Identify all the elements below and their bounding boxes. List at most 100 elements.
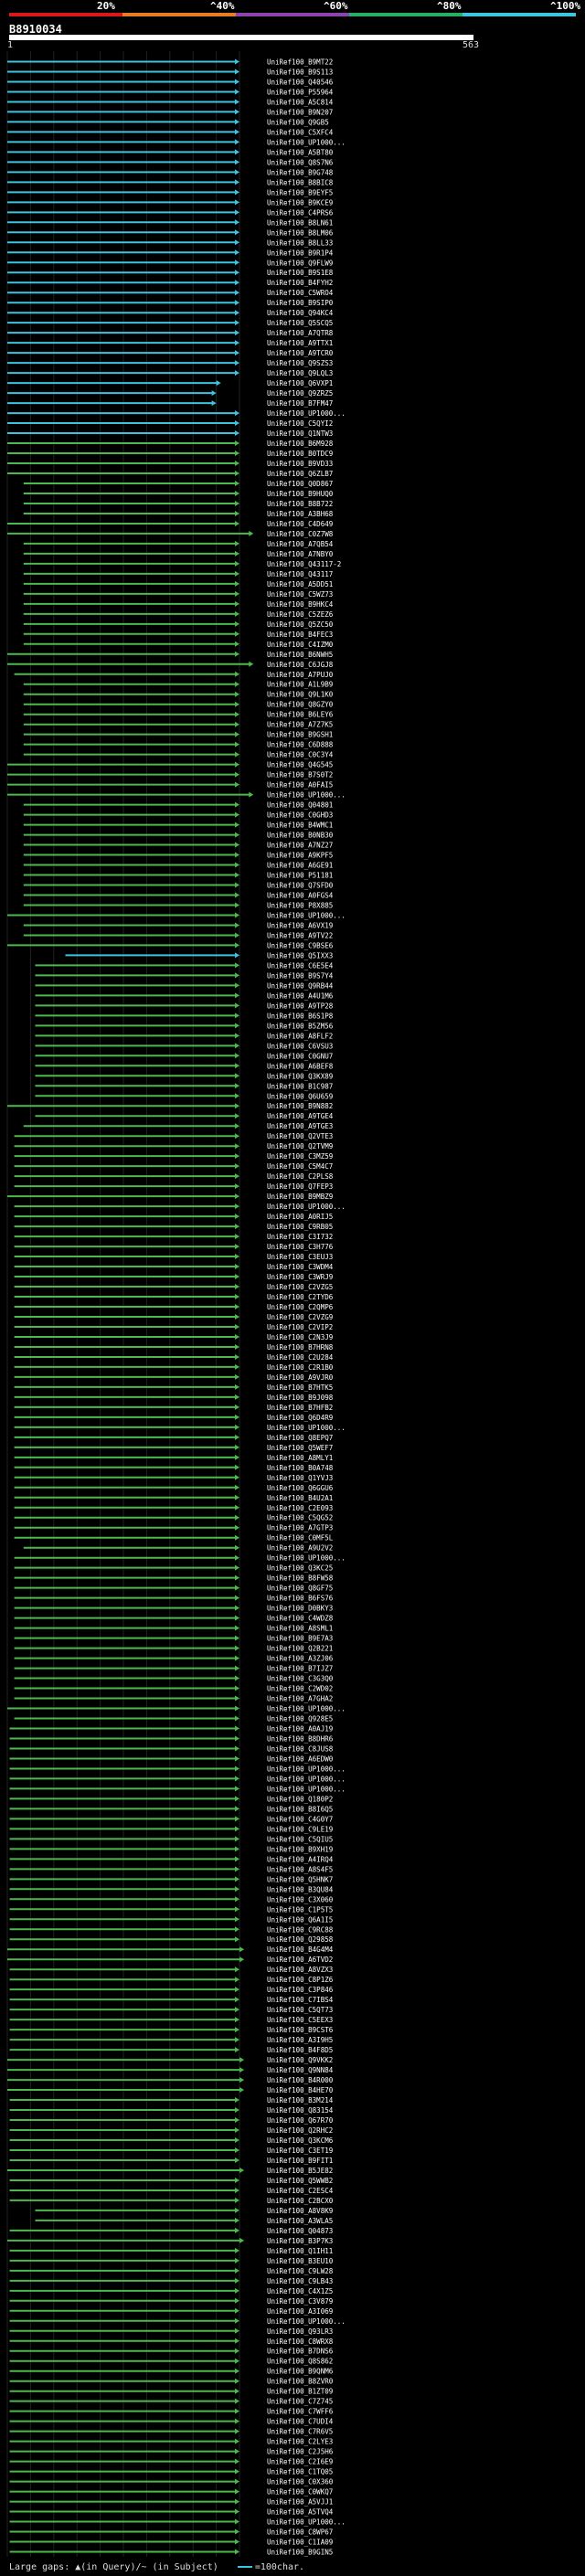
hit-label[interactable]: UniRef100_A7GTP3 [267,1524,333,1532]
hit-label[interactable]: UniRef100_B7IJZ7 [267,1665,333,1673]
hit-label[interactable]: UniRef100_B5JE82 [267,2167,333,2175]
hit-label[interactable]: UniRef100_C2J5H6 [267,2448,334,2456]
hit-label[interactable]: UniRef100_Q1YVJ3 [267,1474,333,1482]
hit-label[interactable]: UniRef100_Q04801 [267,801,333,810]
hit-label[interactable]: UniRef100_Q6A1I5 [267,1915,333,1924]
hit-label[interactable]: UniRef100_C2LYE3 [267,2438,333,2446]
hit-label[interactable]: UniRef100_A7Z7K5 [267,721,333,729]
hit-label[interactable]: UniRef100_C9LB43 [267,2277,333,2285]
hit-label[interactable]: UniRef100_C3X060 [267,1895,334,1903]
hit-label[interactable]: UniRef100_C2I6E9 [267,2458,333,2466]
hit-label[interactable]: UniRef100_D0BKY3 [267,1605,333,1613]
hit-label[interactable]: UniRef100_Q6ZLB7 [267,470,333,478]
hit-label[interactable]: UniRef100_UP1000... [267,791,346,800]
hit-label[interactable]: UniRef100_C9RC88 [267,1925,334,1934]
hit-label[interactable]: UniRef100_UP1000... [267,1424,346,1432]
hit-label[interactable]: UniRef100_A6GE91 [267,862,333,870]
hit-label[interactable]: UniRef100_C5XFC4 [267,128,334,136]
hit-label[interactable]: UniRef100_P51181 [267,872,333,880]
hit-label[interactable]: UniRef100_Q9NN84 [267,2066,334,2074]
hit-label[interactable]: UniRef100_Q8GZY0 [267,701,334,709]
hit-label[interactable]: UniRef100_B9G748 [267,168,334,176]
hit-label[interactable]: UniRef100_Q1NTW3 [267,429,333,438]
hit-label[interactable]: UniRef100_B8ZVR0 [267,2378,334,2386]
hit-label[interactable]: UniRef100_UP1000... [267,911,346,919]
hit-label[interactable]: UniRef100_B9SIP0 [267,299,334,307]
hit-label[interactable]: UniRef100_B7DNS6 [267,2348,334,2356]
hit-label[interactable]: UniRef100_Q6U659 [267,1092,333,1100]
hit-label[interactable]: UniRef100_B9EYF5 [267,188,333,196]
hit-label[interactable]: UniRef100_Q7FEP3 [267,1182,333,1191]
hit-label[interactable]: UniRef100_Q5WWB2 [267,2177,333,2185]
hit-label[interactable]: UniRef100_Q8S862 [267,2358,333,2366]
hit-label[interactable]: UniRef100_C4IZM0 [267,641,334,649]
hit-label[interactable]: UniRef100_C3G3Q0 [267,1675,334,1683]
hit-label[interactable]: UniRef100_UP1000... [267,2317,346,2326]
hit-label[interactable]: UniRef100_A7NZ27 [267,842,333,850]
hit-label[interactable]: UniRef100_C8WP67 [267,2528,333,2537]
hit-label[interactable]: UniRef100_Q3KC25 [267,1564,333,1573]
hit-label[interactable]: UniRef100_UP1000... [267,1554,346,1563]
hit-label[interactable]: UniRef100_Q93LR3 [267,2327,333,2336]
hit-label[interactable]: UniRef100_C5WZ73 [267,590,333,599]
hit-label[interactable]: UniRef100_A7PUJ0 [267,671,334,679]
hit-label[interactable]: UniRef100_B8LN61 [267,218,333,227]
hit-label[interactable]: UniRef100_C5QT73 [267,2006,333,2014]
hit-label[interactable]: UniRef100_C4G0Y7 [267,1815,333,1823]
hit-label[interactable]: UniRef100_A9TV22 [267,931,333,939]
hit-label[interactable]: UniRef100_B4WMC1 [267,822,333,830]
hit-label[interactable]: UniRef100_A6BEF8 [267,1062,334,1070]
hit-label[interactable]: UniRef100_A9TGE4 [267,1112,334,1120]
hit-label[interactable]: UniRef100_A5C814 [267,98,334,106]
hit-label[interactable]: UniRef100_B8LM06 [267,228,334,237]
hit-label[interactable]: UniRef100_Q8EPQ7 [267,1434,333,1442]
hit-label[interactable]: UniRef100_Q5ZC50 [267,620,334,629]
hit-label[interactable]: UniRef100_B9CST6 [267,2026,334,2034]
hit-label[interactable]: UniRef100_B4F8D5 [267,2046,333,2054]
hit-label[interactable]: UniRef100_B9S7Y4 [267,971,334,980]
hit-label[interactable]: UniRef100_C0GNU7 [267,1052,333,1060]
hit-label[interactable]: UniRef100_C4PRS6 [267,208,334,217]
hit-label[interactable]: UniRef100_Q43117-2 [267,560,341,568]
hit-label[interactable]: UniRef100_C3V879 [267,2297,333,2306]
hit-label[interactable]: UniRef100_B8DHR6 [267,1734,334,1743]
hit-label[interactable]: UniRef100_C8JUS8 [267,1744,334,1753]
hit-label[interactable]: UniRef100_C4D649 [267,520,333,528]
hit-label[interactable]: UniRef100_C3EUJ3 [267,1253,333,1261]
hit-label[interactable]: UniRef100_B9J098 [267,1394,334,1402]
hit-label[interactable]: UniRef100_B7HFB2 [267,1404,333,1412]
hit-label[interactable]: UniRef100_C9BSE6 [267,941,334,949]
hit-label[interactable]: UniRef100_A6EDW0 [267,1754,334,1763]
hit-label[interactable]: UniRef100_B4G4M4 [267,1945,334,1954]
hit-label[interactable]: UniRef100_A8VZX3 [267,1966,333,1974]
hit-label[interactable]: UniRef100_C3WRJ9 [267,1273,333,1281]
hit-label[interactable]: UniRef100_Q5IXX3 [267,951,333,959]
hit-label[interactable]: UniRef100_UP1000... [267,1705,346,1713]
hit-label[interactable]: UniRef100_C2VIP2 [267,1323,333,1331]
hit-label[interactable]: UniRef100_B9E7A3 [267,1635,333,1643]
hit-label[interactable]: UniRef100_Q9L1K0 [267,691,334,699]
hit-label[interactable]: UniRef100_UP1000... [267,1775,346,1783]
hit-label[interactable]: UniRef100_A0FGS4 [267,891,334,899]
hit-label[interactable]: UniRef100_Q67R70 [267,2116,334,2125]
hit-label[interactable]: UniRef100_Q2VTE3 [267,1132,333,1140]
hit-label[interactable]: UniRef100_B4U2A1 [267,1494,333,1502]
hit-label[interactable]: UniRef100_C0C3Y4 [267,751,334,759]
hit-label[interactable]: UniRef100_A9TP28 [267,1002,334,1010]
hit-label[interactable]: UniRef100_A8SML1 [267,1625,333,1633]
hit-label[interactable]: UniRef100_B6NWH5 [267,651,333,659]
hit-label[interactable]: UniRef100_B9R1P4 [267,249,334,257]
hit-label[interactable]: UniRef100_UP1000... [267,1203,346,1211]
hit-label[interactable]: UniRef100_C3P846 [267,1986,334,1994]
hit-label[interactable]: UniRef100_UP1000... [267,138,346,146]
hit-label[interactable]: UniRef100_C6D888 [267,741,334,749]
hit-label[interactable]: UniRef100_A3ZJ06 [267,1655,334,1663]
hit-label[interactable]: UniRef100_A5TVQ4 [267,2508,334,2517]
hit-label[interactable]: UniRef100_C3H776 [267,1243,334,1251]
hit-label[interactable]: UniRef100_C7Z745 [267,2398,333,2406]
hit-label[interactable]: UniRef100_C9LE19 [267,1825,333,1833]
hit-label[interactable]: UniRef100_B5ZM56 [267,1022,334,1030]
hit-label[interactable]: UniRef100_C2R1B0 [267,1363,334,1372]
hit-label[interactable]: UniRef100_C5ZEZ6 [267,610,334,619]
hit-label[interactable]: UniRef100_C0WKQ7 [267,2488,333,2496]
